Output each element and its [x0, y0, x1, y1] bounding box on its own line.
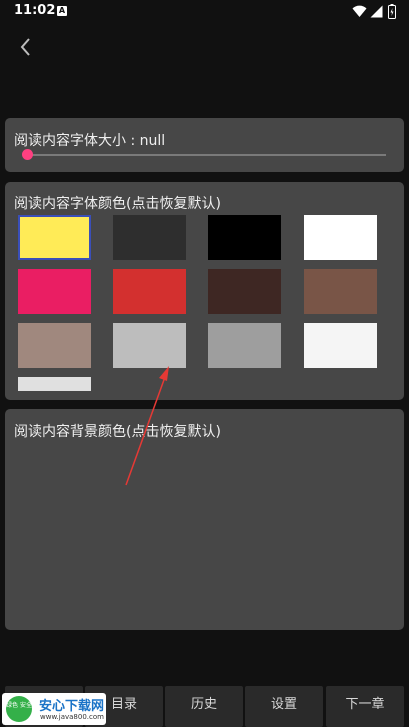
- background-color-panel: 阅读内容背景颜色(点击恢复默认): [5, 409, 404, 630]
- watermark-title: 安心下载网: [39, 699, 105, 714]
- bottom-nav-history[interactable]: 历史: [165, 686, 243, 727]
- color-swatch[interactable]: [208, 323, 281, 368]
- color-swatch[interactable]: [18, 215, 91, 260]
- watermark-url: www.java800.com: [40, 713, 104, 721]
- font-size-title: 阅读内容字体大小 : null: [14, 133, 166, 149]
- color-swatch[interactable]: [18, 269, 91, 314]
- chevron-left-icon[interactable]: [14, 34, 38, 60]
- notification-icon: A: [57, 6, 67, 16]
- watermark: 绿色 安全 安心下载网 www.java800.com: [2, 693, 106, 725]
- color-swatch[interactable]: [18, 377, 91, 391]
- font-size-slider-thumb[interactable]: [22, 149, 33, 160]
- wifi-icon: [352, 5, 367, 18]
- font-color-panel: 阅读内容字体颜色(点击恢复默认): [5, 182, 404, 400]
- font-size-slider[interactable]: [32, 154, 386, 156]
- signal-icon: [370, 5, 383, 18]
- color-swatch[interactable]: [113, 269, 186, 314]
- bottom-nav-settings[interactable]: 设置: [245, 686, 323, 727]
- font-size-panel: 阅读内容字体大小 : null: [5, 118, 404, 172]
- color-swatch[interactable]: [208, 269, 281, 314]
- color-swatch[interactable]: [18, 323, 91, 368]
- watermark-logo: 绿色 安全: [6, 696, 32, 722]
- color-swatch[interactable]: [304, 323, 377, 368]
- font-color-title[interactable]: 阅读内容字体颜色(点击恢复默认): [14, 193, 221, 213]
- color-swatch[interactable]: [113, 215, 186, 260]
- color-swatch[interactable]: [113, 323, 186, 368]
- bottom-nav-next-chapter[interactable]: 下一章: [326, 686, 404, 727]
- battery-icon: [388, 4, 396, 19]
- color-swatch[interactable]: [304, 269, 377, 314]
- background-color-title[interactable]: 阅读内容背景颜色(点击恢复默认): [14, 421, 221, 441]
- watermark-logo-text: 绿色 安全: [6, 702, 32, 709]
- color-swatch[interactable]: [304, 215, 377, 260]
- color-swatch[interactable]: [208, 215, 281, 260]
- status-bar: 11:02 A: [0, 0, 409, 24]
- status-time: 11:02: [14, 3, 56, 18]
